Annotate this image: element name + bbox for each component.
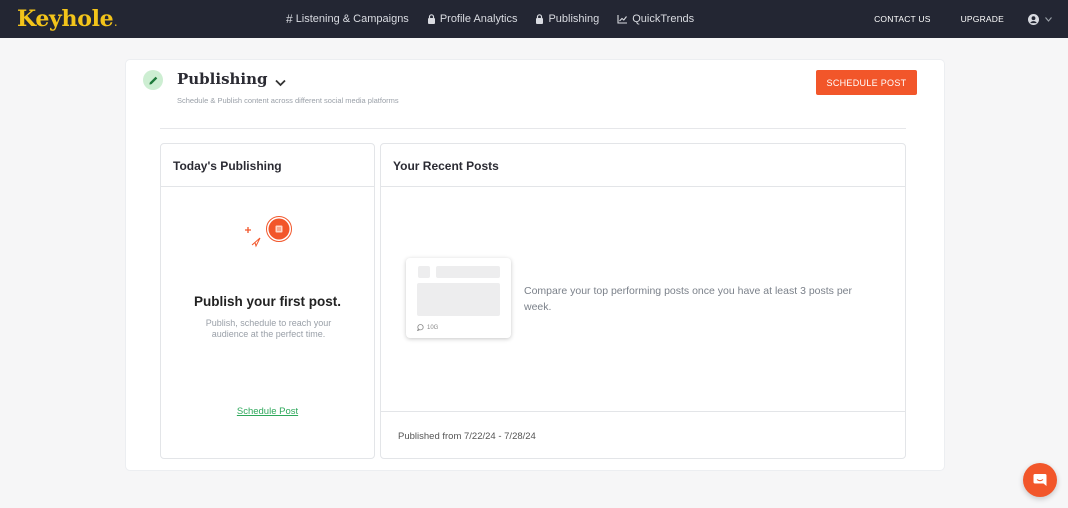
schedule-post-button[interactable]: SCHEDULE POST [816,70,917,95]
published-date-range: Published from 7/22/24 - 7/28/24 [398,431,536,442]
panel-header: Your Recent Posts [381,144,905,187]
page-title: Publishing [177,70,268,88]
placeholder-line [436,266,500,278]
lock-icon [427,14,435,24]
panel-title: Your Recent Posts [393,159,499,173]
account-menu[interactable] [1028,13,1052,25]
publish-illustration-icon [245,216,292,248]
recent-posts-panel: Your Recent Posts 10G Compare your top p… [380,143,906,459]
placeholder-stat-text: 10G [427,324,439,331]
placeholder-avatar [418,266,430,278]
chat-launcher-button[interactable] [1023,463,1057,497]
keyhole-logo[interactable]: Keyhole. [17,6,117,32]
post-placeholder-card: 10G [406,258,511,338]
nav-publishing[interactable]: Publishing [535,13,599,25]
nav-quicktrends[interactable]: QuickTrends [617,13,694,25]
chevron-down-icon[interactable] [275,74,286,92]
main-nav: # Listening & Campaigns Profile Analytic… [286,0,712,38]
empty-state-message: Compare your top performing posts once y… [524,285,853,313]
placeholder-block [417,283,500,316]
nav-item-label: QuickTrends [632,13,695,25]
page-subtitle: Schedule & Publish content across differ… [177,96,399,105]
nav-profile-analytics[interactable]: Profile Analytics [427,13,518,25]
upgrade-link[interactable]: UPGRADE [961,14,1004,24]
schedule-post-link[interactable]: Schedule Post [161,406,374,417]
comment-icon [417,324,424,331]
nav-item-label: Listening & Campaigns [295,13,409,25]
pencil-icon [143,70,163,90]
lock-icon [536,14,544,24]
placeholder-stat: 10G [417,324,438,331]
right-nav: CONTACT US UPGRADE [874,0,1068,38]
contact-us-link[interactable]: CONTACT US [874,14,930,24]
panel-header: Today's Publishing [161,144,374,187]
panel-title: Today's Publishing [173,159,282,173]
logo-text: Keyhole [17,6,114,32]
nav-listening-campaigns[interactable]: # Listening & Campaigns [286,12,409,26]
section-divider [160,128,906,129]
nav-item-label: Publishing [548,13,600,25]
first-post-heading: Publish your first post. [193,294,341,309]
chevron-down-icon [1045,16,1052,22]
top-navbar: Keyhole. # Listening & Campaigns Profile… [0,0,1068,38]
hash-icon: # [286,12,293,26]
todays-publishing-panel: Today's Publishing Publish your first po… [160,143,375,459]
chat-bubble-icon [1033,474,1047,486]
trend-chart-icon [617,15,628,24]
first-post-description: Publish, schedule to reach your audience… [205,318,332,339]
panel-footer: Published from 7/22/24 - 7/28/24 [381,411,905,458]
nav-item-label: Profile Analytics [439,13,518,25]
logo-dot: . [114,18,117,28]
user-circle-icon [1028,13,1039,25]
